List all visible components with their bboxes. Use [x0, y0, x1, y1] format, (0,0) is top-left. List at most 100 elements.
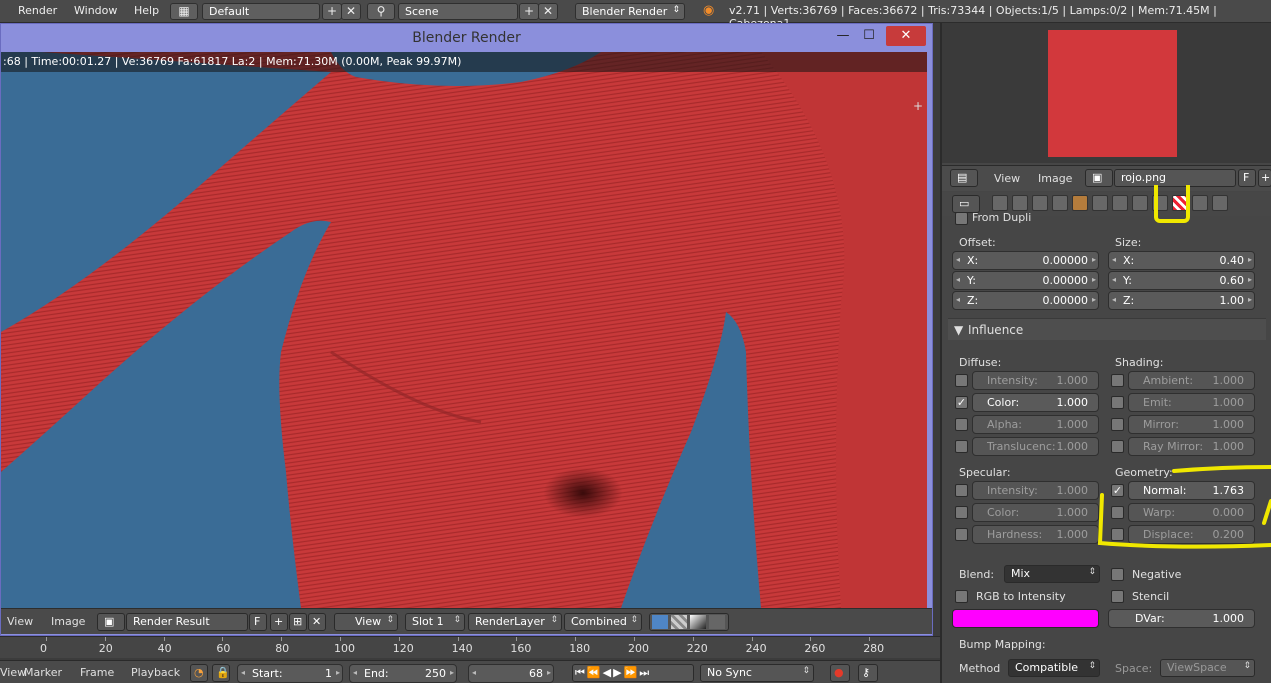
timeline-ruler[interactable]: 0 20 40 60 80 100 120 140 160 180 200 220 240 260 280	[0, 636, 940, 658]
stencil-checkbox[interactable]	[1111, 590, 1124, 603]
menu-view[interactable]: View	[7, 615, 33, 628]
minimize-button[interactable]: —	[830, 26, 856, 46]
offset-x-field[interactable]: ◂ X: 0.00000 ▸	[952, 251, 1099, 270]
menu-window[interactable]: Window	[74, 4, 117, 17]
delete-scene-icon[interactable]: ✕	[538, 3, 558, 20]
specular-color-checkbox[interactable]	[955, 506, 968, 519]
z-buffer-icon[interactable]	[690, 615, 706, 629]
constraints-tab-icon[interactable]	[1092, 195, 1108, 211]
image-name-field[interactable]: Render Result	[126, 613, 248, 631]
offset-y-field[interactable]: ◂ Y: 0.00000 ▸	[952, 271, 1099, 290]
translucency-checkbox[interactable]	[955, 440, 968, 453]
keying-set-icon[interactable]: ⚷	[858, 664, 878, 682]
ambient-field[interactable]: Ambient: 1.000	[1128, 371, 1255, 390]
diffuse-alpha-field[interactable]: Alpha: 1.000	[972, 415, 1099, 434]
menu-view-right[interactable]: View	[994, 172, 1020, 185]
diffuse-alpha-checkbox[interactable]	[955, 418, 968, 431]
menu-marker[interactable]: Marker	[24, 666, 62, 679]
scene-tab-icon[interactable]	[1032, 195, 1048, 211]
influence-color-swatch[interactable]	[952, 609, 1099, 628]
particles-tab-icon[interactable]	[1192, 195, 1208, 211]
jump-start-icon[interactable]: ⏮	[575, 666, 587, 679]
blend-select[interactable]: Mix ⇕	[1004, 565, 1100, 583]
specular-color-field[interactable]: Color: 1.000	[972, 503, 1099, 522]
new-image-icon-right[interactable]: +	[1258, 169, 1271, 187]
scene-field[interactable]: Scene	[398, 3, 518, 20]
new-image-icon[interactable]: +	[270, 613, 288, 631]
open-image-icon[interactable]: ⊞	[289, 613, 307, 631]
physics-tab-icon[interactable]	[1212, 195, 1228, 211]
world-tab-icon[interactable]	[1052, 195, 1068, 211]
emit-field[interactable]: Emit: 1.000	[1128, 393, 1255, 412]
menu-help[interactable]: Help	[134, 4, 159, 17]
menu-image-right[interactable]: Image	[1038, 172, 1072, 185]
record-icon[interactable]: ●	[830, 664, 850, 682]
specular-intensity-field[interactable]: Intensity: 1.000	[972, 481, 1099, 500]
start-frame-field[interactable]: ◂ Start: 1 ▸	[237, 664, 343, 683]
emit-checkbox[interactable]	[1111, 396, 1124, 409]
mirror-checkbox[interactable]	[1111, 418, 1124, 431]
diffuse-intensity-field[interactable]: Intensity: 1.000	[972, 371, 1099, 390]
rgb-channel-icon[interactable]	[652, 615, 668, 629]
lock-icon[interactable]: 🔒	[212, 664, 230, 682]
auto-keying-icon[interactable]: ◔	[190, 664, 208, 682]
play-reverse-icon[interactable]: ◀	[603, 666, 613, 679]
specular-intensity-checkbox[interactable]	[955, 484, 968, 497]
end-frame-field[interactable]: ◂ End: 250 ▸	[349, 664, 457, 683]
hardness-checkbox[interactable]	[955, 528, 968, 541]
current-frame-field[interactable]: ◂ 68 ▸	[468, 664, 554, 683]
modifiers-tab-icon[interactable]	[1112, 195, 1128, 211]
diffuse-intensity-checkbox[interactable]	[955, 374, 968, 387]
dvar-field[interactable]: DVar: 1.000	[1108, 609, 1255, 628]
size-y-field[interactable]: ◂ Y: 0.60 ▸	[1108, 271, 1255, 290]
bump-space-select[interactable]: ViewSpace ⇕	[1160, 659, 1255, 677]
render-result-view[interactable]: :68 | Time:00:01.27 | Ve:36769 Fa:61817 …	[1, 52, 927, 608]
next-key-icon[interactable]: ⏩	[624, 666, 640, 679]
size-z-field[interactable]: ◂ Z: 1.00 ▸	[1108, 291, 1255, 310]
influence-panel-header[interactable]: ▼ Influence	[948, 318, 1266, 340]
close-button[interactable]: ✕	[886, 26, 926, 46]
fake-user-button[interactable]: F	[249, 613, 267, 631]
add-scene-icon[interactable]: +	[519, 3, 539, 20]
jump-end-icon[interactable]: ⏭	[639, 666, 651, 679]
image-browse-icon-right[interactable]: ▣	[1085, 169, 1113, 187]
diffuse-color-field[interactable]: Color: 1.000	[972, 393, 1099, 412]
menu-render[interactable]: Render	[18, 4, 57, 17]
diffuse-color-checkbox[interactable]: ✓	[955, 396, 968, 409]
size-x-field[interactable]: ◂ X: 0.40 ▸	[1108, 251, 1255, 270]
fake-user-button-right[interactable]: F	[1238, 169, 1256, 187]
slot-select[interactable]: Slot 1 ⇕	[405, 613, 465, 631]
pin-icon[interactable]	[709, 615, 725, 629]
add-layout-icon[interactable]: +	[322, 3, 342, 20]
region-plus-icon[interactable]: +	[913, 99, 923, 113]
screen-layout-icon[interactable]: ▦	[170, 3, 198, 20]
sync-select[interactable]: No Sync ⇕	[700, 664, 814, 682]
menu-playback[interactable]: Playback	[131, 666, 180, 679]
screen-layout-field[interactable]: Default	[202, 3, 320, 20]
render-engine-select[interactable]: Blender Render ⇕	[575, 3, 685, 20]
offset-z-field[interactable]: ◂ Z: 0.00000 ▸	[952, 291, 1099, 310]
menu-frame[interactable]: Frame	[80, 666, 114, 679]
render-tab-icon[interactable]	[992, 195, 1008, 211]
alpha-channel-icon[interactable]	[671, 615, 687, 629]
unlink-image-icon[interactable]: ✕	[308, 613, 326, 631]
data-tab-icon[interactable]	[1132, 195, 1148, 211]
ray-mirror-field[interactable]: Ray Mirror: 1.000	[1128, 437, 1255, 456]
render-layers-tab-icon[interactable]	[1012, 195, 1028, 211]
menu-view-timeline[interactable]: View	[0, 666, 26, 679]
image-browse-icon[interactable]: ▣	[97, 613, 125, 631]
ambient-checkbox[interactable]	[1111, 374, 1124, 387]
delete-layout-icon[interactable]: ✕	[341, 3, 361, 20]
hardness-field[interactable]: Hardness: 1.000	[972, 525, 1099, 544]
rgb-to-intensity-checkbox[interactable]	[955, 590, 968, 603]
mirror-field[interactable]: Mirror: 1.000	[1128, 415, 1255, 434]
render-pass-select[interactable]: Combined ⇕	[564, 613, 642, 631]
render-layer-select[interactable]: RenderLayer ⇕	[468, 613, 562, 631]
bump-method-select[interactable]: Compatible ⇕	[1008, 659, 1100, 677]
negative-checkbox[interactable]	[1111, 568, 1124, 581]
from-dupli-checkbox[interactable]	[955, 212, 968, 225]
ray-mirror-checkbox[interactable]	[1111, 440, 1124, 453]
translucency-field[interactable]: Translucenc: 1.000	[972, 437, 1099, 456]
object-tab-icon[interactable]	[1072, 195, 1088, 211]
editor-type-icon[interactable]: ▤	[950, 169, 978, 187]
